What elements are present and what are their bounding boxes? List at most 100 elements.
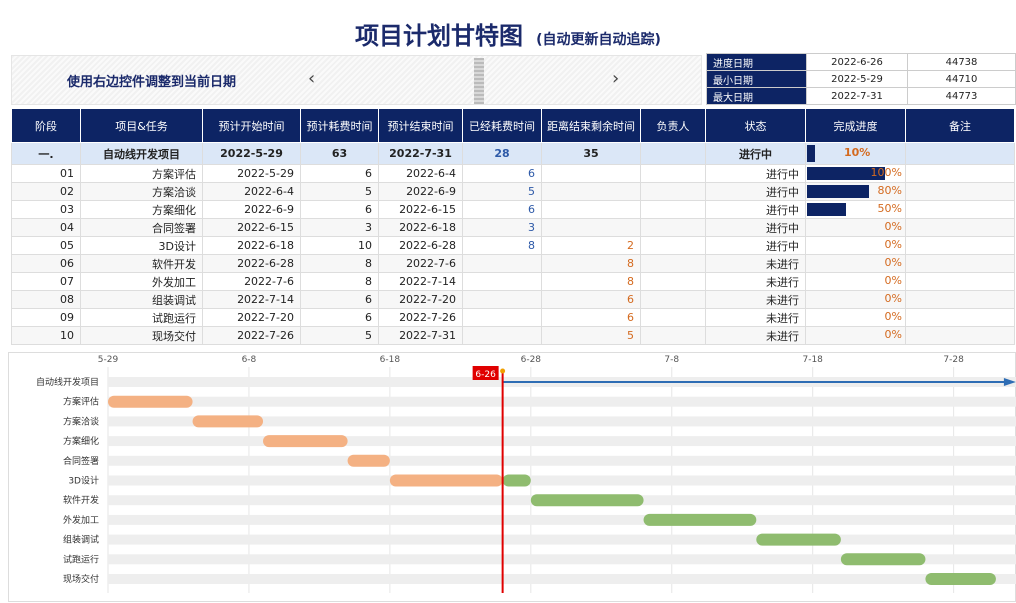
cell-start: 2022-5-29 [202,164,301,183]
task-bar-future [840,553,926,566]
progress-text: 100% [870,166,902,179]
cell-owner [640,200,706,219]
table-row[interactable]: 07 外发加工 2022-7-6 8 2022-7-14 8 未进行 0% [11,272,1015,291]
column-header[interactable]: 已经耗费时间 [462,108,542,143]
cell-owner [640,182,706,201]
cell-remaining: 5 [541,326,641,345]
info-label: 进度日期 [706,53,807,71]
cell-duration: 3 [300,218,379,237]
column-header[interactable]: 状态 [705,108,806,143]
table-row[interactable]: 02 方案洽谈 2022-6-4 5 2022-6-9 5 进行中 80% [11,182,1015,201]
table-row[interactable]: 04 合同签署 2022-6-15 3 2022-6-18 3 进行中 0% [11,218,1015,237]
progress-text: 0% [884,256,902,269]
track-bar [108,514,1016,525]
progress-cell: 0% [805,236,906,255]
progress-text: 10% [844,146,871,159]
cell-remaining: 2 [541,236,641,255]
cell-status: 未进行 [705,272,806,291]
cell-status: 未进行 [705,290,806,309]
table-row[interactable]: 10 现场交付 2022-7-26 5 2022-7-31 5 未进行 0% [11,326,1015,345]
cell-elapsed: 6 [462,164,542,183]
task-label: 方案评估 [63,396,99,408]
cell-task: 合同签署 [80,218,203,237]
cell-elapsed [462,290,542,309]
cell-stage: 04 [11,218,81,237]
cell-status: 未进行 [705,326,806,345]
column-header[interactable]: 备注 [905,108,1015,143]
cell-end: 2022-7-26 [378,308,463,327]
cell-elapsed [462,326,542,345]
cell-duration: 6 [300,200,379,219]
task-label: 试跑运行 [63,553,99,565]
table-row[interactable]: 09 试跑运行 2022-7-20 6 2022-7-26 6 未进行 0% [11,308,1015,327]
task-bar-future [502,474,531,487]
task-label: 软件开发 [63,494,99,506]
cell-note [905,290,1015,309]
cell-task: 3D设计 [80,236,203,255]
task-bar-future [530,494,644,507]
cell-stage: 02 [11,182,81,201]
cell-start: 2022-5-29 [202,142,301,165]
table-row[interactable]: 03 方案细化 2022-6-9 6 2022-6-15 6 进行中 50% [11,200,1015,219]
table-row[interactable]: 05 3D设计 2022-6-18 10 2022-6-28 8 2 进行中 0% [11,236,1015,255]
cell-task: 方案洽谈 [80,182,203,201]
cell-start: 2022-7-26 [202,326,301,345]
page-title: 项目计划甘特图 (自动更新自动追踪) [0,16,1016,51]
table-row[interactable]: 01 方案评估 2022-5-29 6 2022-6-4 6 进行中 100% [11,164,1015,183]
date-info-table: 进度日期 2022-6-26 44738 最小日期 2022-5-29 44710 最大日期… [706,53,1016,105]
column-header[interactable]: 距离结束剩余时间 [541,108,641,143]
column-header[interactable]: 负责人 [640,108,706,143]
cell-task: 组装调试 [80,290,203,309]
task-bar-done [108,395,193,408]
cell-note [905,218,1015,237]
chevron-right-icon[interactable]: › [612,68,619,89]
cell-end: 2022-6-18 [378,218,463,237]
title-sub: (自动更新自动追踪) [536,32,661,48]
column-header[interactable]: 预计结束时间 [378,108,463,143]
cell-status: 进行中 [705,218,806,237]
cell-status: 未进行 [705,254,806,273]
task-bar-future [925,573,996,585]
tick-label: 6-8 [242,355,257,365]
info-date: 2022-7-31 [806,87,908,105]
summary-row[interactable]: 一. 自动线开发项目 2022-5-29 63 2022-7-31 28 35 进行中 10% [11,142,1015,165]
column-header[interactable]: 预计开始时间 [202,108,301,143]
cell-start: 2022-7-14 [202,290,301,309]
gantt-chart: 5-29 6-8 6-18 6-28 7-8 7-18 7-28 自动线开发项目 方案评估 方案洽… [8,352,1016,602]
chevron-left-icon[interactable]: ‹ [308,68,315,89]
table-row[interactable]: 06 软件开发 2022-6-28 8 2022-7-6 8 未进行 0% [11,254,1015,273]
info-row: 最小日期 2022-5-29 44710 [706,70,1016,88]
cell-task: 外发加工 [80,272,203,291]
cell-note [905,164,1015,183]
cell-end: 2022-7-31 [378,326,463,345]
tick-label: 5-29 [98,355,119,365]
cell-owner [640,290,706,309]
cell-owner [640,236,706,255]
track-bar [108,574,1016,584]
cell-task: 自动线开发项目 [80,142,203,165]
column-header[interactable]: 阶段 [11,108,81,143]
column-header[interactable]: 项目&任务 [80,108,203,143]
cell-stage: 06 [11,254,81,273]
cell-stage: 09 [11,308,81,327]
cell-remaining [541,182,641,201]
cell-note [905,236,1015,255]
task-table: 阶段 项目&任务 预计开始时间 预计耗费时间 预计结束时间 已经耗费时间 距离结束剩余时间负… [11,108,1015,345]
cell-note [905,326,1015,345]
cell-note [905,142,1015,165]
progress-cell: 10% [805,142,906,165]
column-header[interactable]: 预计耗费时间 [300,108,379,143]
column-header[interactable]: 完成进度 [805,108,906,143]
date-scroll-thumb[interactable] [474,58,484,104]
cell-elapsed: 6 [462,200,542,219]
table-row[interactable]: 08 组装调试 2022-7-14 6 2022-7-20 6 未进行 0% [11,290,1015,309]
cell-end: 2022-7-20 [378,290,463,309]
cell-task: 方案评估 [80,164,203,183]
task-label: 3D设计 [68,475,99,487]
info-label: 最大日期 [706,87,807,105]
info-serial: 44773 [907,87,1016,105]
cell-status: 未进行 [705,308,806,327]
cell-duration: 8 [300,254,379,273]
progress-cell: 0% [805,290,906,309]
cell-duration: 6 [300,164,379,183]
